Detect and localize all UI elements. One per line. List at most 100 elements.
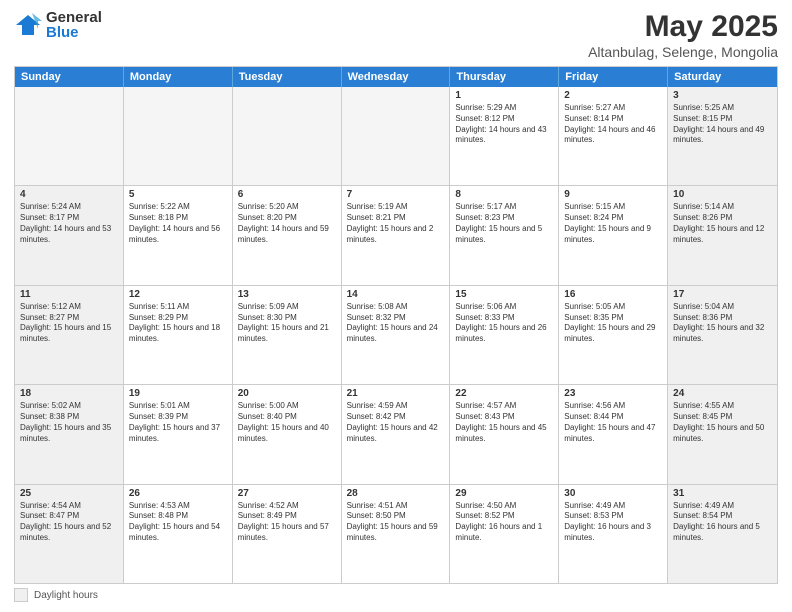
calendar-cell: 1 Sunrise: 5:29 AMSunset: 8:12 PMDaylight… xyxy=(450,87,559,185)
calendar-header-cell: Thursday xyxy=(450,67,559,87)
calendar-week: 11 Sunrise: 5:12 AMSunset: 8:27 PMDayligh… xyxy=(15,286,777,385)
calendar-cell: 11 Sunrise: 5:12 AMSunset: 8:27 PMDayligh… xyxy=(15,286,124,384)
day-info: Sunrise: 4:49 AMSunset: 8:53 PMDaylight:… xyxy=(564,501,651,542)
daylight-box xyxy=(14,588,28,602)
calendar-header-cell: Wednesday xyxy=(342,67,451,87)
calendar-body: 1 Sunrise: 5:29 AMSunset: 8:12 PMDaylight… xyxy=(15,87,777,583)
day-number: 3 xyxy=(673,90,772,101)
logo-text: General Blue xyxy=(46,10,102,40)
day-info: Sunrise: 5:15 AMSunset: 8:24 PMDaylight:… xyxy=(564,202,651,243)
calendar-header-row: SundayMondayTuesdayWednesdayThursdayFrid… xyxy=(15,67,777,87)
day-number: 22 xyxy=(455,388,553,399)
calendar-cell: 23 Sunrise: 4:56 AMSunset: 8:44 PMDayligh… xyxy=(559,385,668,483)
calendar-cell: 22Sunrise: 4:57 AMSunset: 8:43 PMDayligh… xyxy=(450,385,559,483)
calendar-cell: 9Sunrise: 5:15 AMSunset: 8:24 PMDaylight… xyxy=(559,186,668,284)
day-number: 5 xyxy=(129,189,227,200)
day-number: 15 xyxy=(455,289,553,300)
calendar-header-cell: Sunday xyxy=(15,67,124,87)
calendar-week: 4Sunrise: 5:24 AMSunset: 8:17 PMDaylight… xyxy=(15,186,777,285)
day-number: 21 xyxy=(347,388,445,399)
day-number: 26 xyxy=(129,488,227,499)
calendar-cell: 29Sunrise: 4:50 AMSunset: 8:52 PMDayligh… xyxy=(450,485,559,583)
day-number: 25 xyxy=(20,488,118,499)
logo: General Blue xyxy=(14,10,102,40)
day-number: 17 xyxy=(673,289,772,300)
calendar-week: 18 Sunrise: 5:02 AMSunset: 8:38 PMDayligh… xyxy=(15,385,777,484)
footer: Daylight hours xyxy=(14,588,778,602)
daylight-label: Daylight hours xyxy=(34,590,98,601)
calendar-cell: 10 Sunrise: 5:14 AMSunset: 8:26 PMDayligh… xyxy=(668,186,777,284)
calendar-cell: 21Sunrise: 4:59 AMSunset: 8:42 PMDayligh… xyxy=(342,385,451,483)
day-info: Sunrise: 4:54 AMSunset: 8:47 PMDaylight:… xyxy=(20,501,111,542)
day-info: Sunrise: 5:01 AMSunset: 8:39 PMDaylight:… xyxy=(129,401,220,442)
calendar-cell: 7Sunrise: 5:19 AMSunset: 8:21 PMDaylight… xyxy=(342,186,451,284)
day-number: 13 xyxy=(238,289,336,300)
logo-icon xyxy=(14,11,42,39)
day-number: 19 xyxy=(129,388,227,399)
calendar-cell: 28 Sunrise: 4:51 AMSunset: 8:50 PMDayligh… xyxy=(342,485,451,583)
calendar-cell xyxy=(15,87,124,185)
day-info: Sunrise: 5:22 AMSunset: 8:18 PMDaylight:… xyxy=(129,202,220,243)
page: General Blue May 2025 Altanbulag, Seleng… xyxy=(0,0,792,612)
day-info: Sunrise: 5:06 AMSunset: 8:33 PMDaylight:… xyxy=(455,302,546,343)
day-number: 8 xyxy=(455,189,553,200)
day-info: Sunrise: 4:49 AMSunset: 8:54 PMDaylight:… xyxy=(673,501,760,542)
calendar-cell: 6Sunrise: 5:20 AMSunset: 8:20 PMDaylight… xyxy=(233,186,342,284)
calendar-cell: 18 Sunrise: 5:02 AMSunset: 8:38 PMDayligh… xyxy=(15,385,124,483)
calendar-cell: 27 Sunrise: 4:52 AMSunset: 8:49 PMDayligh… xyxy=(233,485,342,583)
day-number: 14 xyxy=(347,289,445,300)
day-number: 1 xyxy=(455,90,553,101)
day-number: 12 xyxy=(129,289,227,300)
calendar-cell: 15 Sunrise: 5:06 AMSunset: 8:33 PMDayligh… xyxy=(450,286,559,384)
day-number: 2 xyxy=(564,90,662,101)
logo-general: General xyxy=(46,10,102,25)
main-title: May 2025 xyxy=(588,10,778,44)
day-info: Sunrise: 4:55 AMSunset: 8:45 PMDaylight:… xyxy=(673,401,764,442)
day-info: Sunrise: 5:19 AMSunset: 8:21 PMDaylight:… xyxy=(347,202,434,243)
day-info: Sunrise: 5:17 AMSunset: 8:23 PMDaylight:… xyxy=(455,202,542,243)
calendar-cell: 8 Sunrise: 5:17 AMSunset: 8:23 PMDaylight… xyxy=(450,186,559,284)
calendar-cell: 19 Sunrise: 5:01 AMSunset: 8:39 PMDayligh… xyxy=(124,385,233,483)
day-number: 28 xyxy=(347,488,445,499)
day-info: Sunrise: 4:52 AMSunset: 8:49 PMDaylight:… xyxy=(238,501,329,542)
day-number: 4 xyxy=(20,189,118,200)
day-number: 20 xyxy=(238,388,336,399)
calendar-header-cell: Friday xyxy=(559,67,668,87)
header: General Blue May 2025 Altanbulag, Seleng… xyxy=(14,10,778,60)
calendar-cell: 26Sunrise: 4:53 AMSunset: 8:48 PMDayligh… xyxy=(124,485,233,583)
calendar-cell xyxy=(342,87,451,185)
day-info: Sunrise: 5:04 AMSunset: 8:36 PMDaylight:… xyxy=(673,302,764,343)
day-number: 10 xyxy=(673,189,772,200)
logo-blue: Blue xyxy=(46,25,102,40)
day-number: 24 xyxy=(673,388,772,399)
day-number: 18 xyxy=(20,388,118,399)
title-block: May 2025 Altanbulag, Selenge, Mongolia xyxy=(588,10,778,60)
calendar-cell: 20 Sunrise: 5:00 AMSunset: 8:40 PMDayligh… xyxy=(233,385,342,483)
calendar-cell: 25 Sunrise: 4:54 AMSunset: 8:47 PMDayligh… xyxy=(15,485,124,583)
day-info: Sunrise: 5:27 AMSunset: 8:14 PMDaylight:… xyxy=(564,103,655,144)
day-info: Sunrise: 5:02 AMSunset: 8:38 PMDaylight:… xyxy=(20,401,111,442)
day-number: 31 xyxy=(673,488,772,499)
day-info: Sunrise: 4:51 AMSunset: 8:50 PMDaylight:… xyxy=(347,501,438,542)
day-info: Sunrise: 5:29 AMSunset: 8:12 PMDaylight:… xyxy=(455,103,546,144)
day-number: 23 xyxy=(564,388,662,399)
day-info: Sunrise: 5:25 AMSunset: 8:15 PMDaylight:… xyxy=(673,103,764,144)
day-number: 16 xyxy=(564,289,662,300)
day-info: Sunrise: 5:14 AMSunset: 8:26 PMDaylight:… xyxy=(673,202,764,243)
day-number: 29 xyxy=(455,488,553,499)
calendar-cell: 17 Sunrise: 5:04 AMSunset: 8:36 PMDayligh… xyxy=(668,286,777,384)
calendar-cell: 24 Sunrise: 4:55 AMSunset: 8:45 PMDayligh… xyxy=(668,385,777,483)
day-number: 30 xyxy=(564,488,662,499)
day-info: Sunrise: 5:12 AMSunset: 8:27 PMDaylight:… xyxy=(20,302,111,343)
day-number: 11 xyxy=(20,289,118,300)
calendar-week: 1 Sunrise: 5:29 AMSunset: 8:12 PMDaylight… xyxy=(15,87,777,186)
day-info: Sunrise: 4:56 AMSunset: 8:44 PMDaylight:… xyxy=(564,401,655,442)
calendar-week: 25 Sunrise: 4:54 AMSunset: 8:47 PMDayligh… xyxy=(15,485,777,583)
day-info: Sunrise: 5:20 AMSunset: 8:20 PMDaylight:… xyxy=(238,202,329,243)
day-number: 27 xyxy=(238,488,336,499)
day-info: Sunrise: 5:08 AMSunset: 8:32 PMDaylight:… xyxy=(347,302,438,343)
calendar-cell: 14 Sunrise: 5:08 AMSunset: 8:32 PMDayligh… xyxy=(342,286,451,384)
day-info: Sunrise: 5:00 AMSunset: 8:40 PMDaylight:… xyxy=(238,401,329,442)
calendar-cell: 30 Sunrise: 4:49 AMSunset: 8:53 PMDayligh… xyxy=(559,485,668,583)
calendar-cell: 4Sunrise: 5:24 AMSunset: 8:17 PMDaylight… xyxy=(15,186,124,284)
